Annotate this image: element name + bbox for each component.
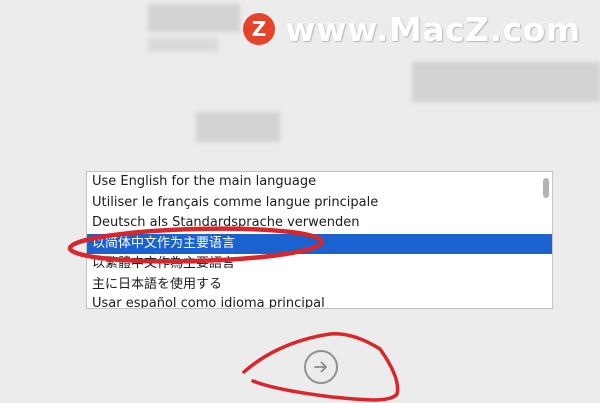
blurred-region — [148, 4, 240, 32]
watermark: Z www.MacZ.com — [243, 9, 581, 49]
list-scrollbar[interactable] — [542, 176, 550, 300]
language-option-spanish[interactable]: Usar español como idioma principal — [87, 295, 552, 308]
scroll-thumb[interactable] — [543, 178, 549, 198]
arrow-right-circle-icon — [314, 361, 327, 373]
language-list[interactable]: Use English for the main language Utilis… — [86, 171, 553, 309]
blurred-title — [196, 112, 280, 142]
language-option-english[interactable]: Use English for the main language — [87, 172, 552, 193]
continue-button[interactable] — [304, 350, 338, 384]
language-option-traditional-chinese[interactable]: 以繁體中文作為主要語言 — [87, 254, 552, 275]
language-option-german[interactable]: Deutsch als Standardsprache verwenden — [87, 213, 552, 234]
watermark-logo: Z — [243, 13, 275, 45]
blurred-region — [412, 62, 600, 102]
language-option-french[interactable]: Utiliser le français comme langue princi… — [87, 193, 552, 214]
language-option-japanese[interactable]: 主に日本語を使用する — [87, 275, 552, 296]
watermark-text: www.MacZ.com — [285, 9, 581, 49]
language-option-simplified-chinese[interactable]: 以简体中文作为主要语言 — [87, 233, 552, 254]
blurred-region — [148, 38, 218, 52]
